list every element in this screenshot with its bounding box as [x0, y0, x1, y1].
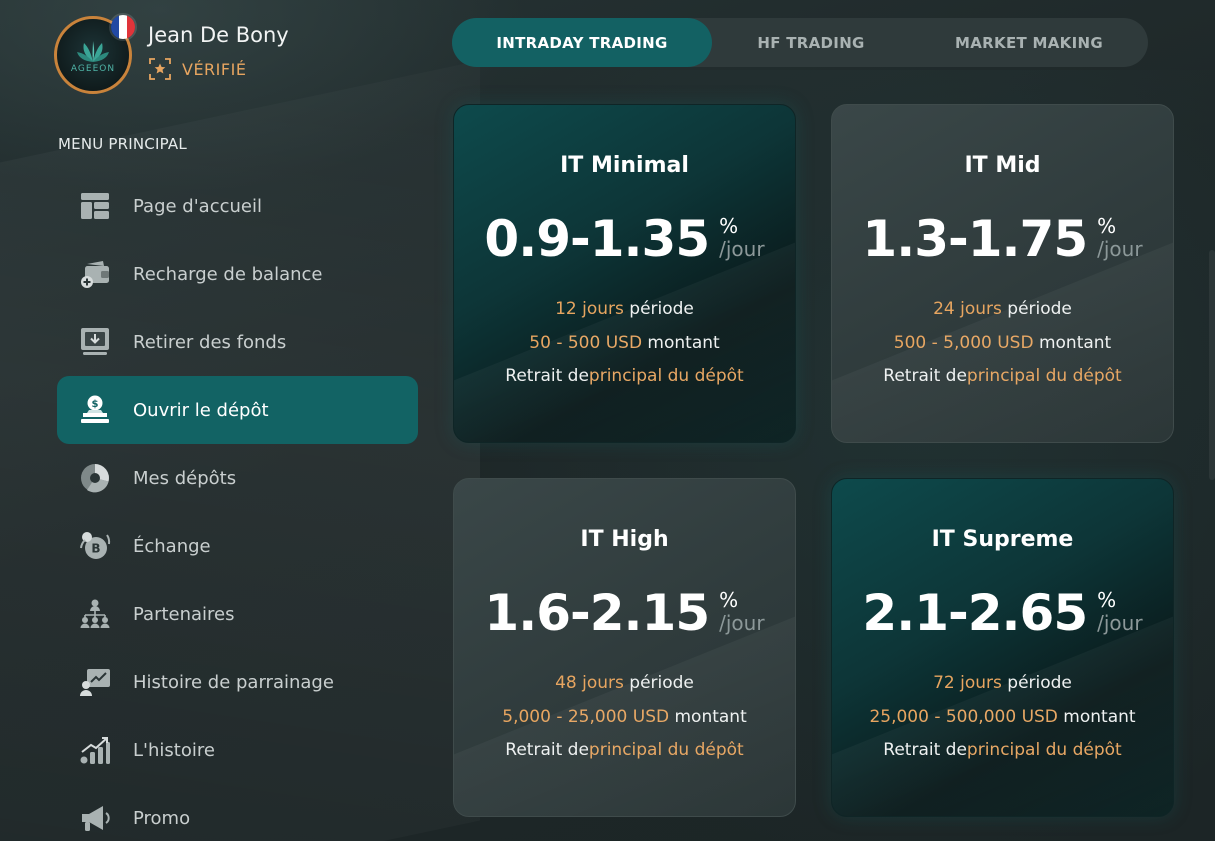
- svg-text:$: $: [92, 399, 99, 410]
- sidebar-item-referral-history[interactable]: Histoire de parrainage: [57, 648, 418, 716]
- sidebar-item-label: Retirer des fonds: [133, 331, 287, 353]
- plan-card-it-mid[interactable]: IT Mid 1.3-1.75 % /jour 24 jours période…: [831, 104, 1174, 443]
- sidebar-item-label: Partenaires: [133, 603, 235, 625]
- plan-rate: 2.1-2.65 % /jour: [832, 583, 1173, 643]
- plan-amount: 50 - 500 USD montant: [529, 332, 720, 353]
- leaf-logo-icon: [77, 40, 109, 62]
- plan-duration: 72 jours période: [933, 673, 1072, 693]
- rate-percent: %: [719, 214, 739, 238]
- rate-value: 1.6-2.15: [484, 584, 710, 642]
- france-flag-icon: [109, 13, 137, 41]
- avatar[interactable]: AGEEON: [54, 13, 137, 94]
- plan-withdrawal: Retrait deprincipal du dépôt: [883, 740, 1122, 760]
- sidebar-item-promo[interactable]: Promo: [57, 784, 418, 841]
- sidebar-item-home[interactable]: Page d'accueil: [57, 172, 418, 240]
- rate-value: 0.9-1.35: [484, 210, 710, 268]
- sidebar-item-label: L'histoire: [133, 739, 215, 761]
- plan-title: IT Mid: [964, 153, 1041, 178]
- profile-block: AGEEON Jean De Bony VÉRIFIÉ: [54, 13, 289, 94]
- partners-icon: [79, 598, 111, 630]
- rate-period: /jour: [1097, 237, 1143, 261]
- plan-title: IT High: [580, 527, 669, 552]
- scrollbar[interactable]: [1209, 250, 1215, 480]
- sidebar-item-withdraw[interactable]: Retirer des fonds: [57, 308, 418, 376]
- app-root: AGEEON Jean De Bony VÉRIFIÉ MENU PRINCIP…: [0, 0, 1215, 841]
- referral-history-icon: [79, 666, 111, 698]
- plan-withdrawal: Retrait deprincipal du dépôt: [883, 366, 1122, 386]
- plan-title: IT Supreme: [931, 527, 1074, 552]
- sidebar-item-label: Échange: [133, 535, 211, 557]
- rate-period: /jour: [1097, 611, 1143, 635]
- sidebar-item-exchange[interactable]: B Échange: [57, 512, 418, 580]
- plan-duration: 12 jours période: [555, 299, 694, 319]
- sidebar-item-label: Histoire de parrainage: [133, 671, 334, 693]
- plan-details: 12 jours période 50 - 500 USD montant Re…: [454, 293, 795, 394]
- plan-rate: 1.6-2.15 % /jour: [454, 583, 795, 643]
- sidebar-item-recharge[interactable]: Recharge de balance: [57, 240, 418, 308]
- plan-title: IT Minimal: [560, 153, 689, 178]
- sidebar-item-label: Promo: [133, 807, 191, 829]
- wallet-add-icon: [79, 258, 111, 290]
- sidebar-item-open-deposit[interactable]: $ Ouvrir le dépôt: [57, 376, 418, 444]
- plan-duration: 48 jours période: [555, 673, 694, 693]
- sidebar-item-label: Recharge de balance: [133, 263, 323, 285]
- plan-card-it-high[interactable]: IT High 1.6-2.15 % /jour 48 jours périod…: [453, 478, 796, 817]
- plan-amount: 25,000 - 500,000 USD montant: [869, 706, 1136, 727]
- sidebar-item-history[interactable]: L'histoire: [57, 716, 418, 784]
- plan-rate: 0.9-1.35 % /jour: [454, 209, 795, 269]
- plan-amount: 5,000 - 25,000 USD montant: [502, 706, 747, 727]
- plan-amount: 500 - 5,000 USD montant: [893, 332, 1112, 353]
- deposit-icon: $: [79, 394, 111, 426]
- svg-text:B: B: [91, 542, 100, 556]
- sidebar-item-my-deposits[interactable]: Mes dépôts: [57, 444, 418, 512]
- menu-title: MENU PRINCIPAL: [58, 135, 187, 153]
- exchange-coin-icon: B: [79, 530, 111, 562]
- dashboard-icon: [79, 190, 111, 222]
- plan-rate: 1.3-1.75 % /jour: [832, 209, 1173, 269]
- main-menu: Page d'accueil Recharge de balance Retir…: [57, 172, 418, 841]
- plan-details: 48 jours période 5,000 - 25,000 USD mont…: [454, 667, 795, 768]
- plan-details: 24 jours période 500 - 5,000 USD montant…: [832, 293, 1173, 394]
- withdraw-icon: [79, 326, 111, 358]
- rate-value: 1.3-1.75: [862, 210, 1088, 268]
- plan-withdrawal: Retrait deprincipal du dépôt: [505, 366, 744, 386]
- plan-card-it-minimal[interactable]: IT Minimal 0.9-1.35 % /jour 12 jours pér…: [453, 104, 796, 443]
- rate-percent: %: [719, 588, 739, 612]
- verified-status: VÉRIFIÉ: [148, 57, 289, 81]
- rate-percent: %: [1097, 588, 1117, 612]
- sidebar-item-label: Page d'accueil: [133, 195, 262, 217]
- plan-duration: 24 jours période: [933, 299, 1072, 319]
- sidebar-item-label: Mes dépôts: [133, 467, 237, 489]
- history-chart-icon: [79, 734, 111, 766]
- tab-hf-trading[interactable]: HF TRADING: [712, 18, 910, 67]
- tab-intraday-trading[interactable]: INTRADAY TRADING: [452, 18, 712, 67]
- rate-percent: %: [1097, 214, 1117, 238]
- tab-market-making[interactable]: MARKET MAKING: [910, 18, 1148, 67]
- megaphone-icon: [79, 802, 111, 834]
- rate-value: 2.1-2.65: [862, 584, 1088, 642]
- plan-withdrawal: Retrait deprincipal du dépôt: [505, 740, 744, 760]
- rate-period: /jour: [719, 237, 765, 261]
- logo-text: AGEEON: [70, 63, 116, 74]
- verified-label: VÉRIFIÉ: [182, 59, 247, 79]
- sidebar-item-partners[interactable]: Partenaires: [57, 580, 418, 648]
- user-name: Jean De Bony: [148, 23, 289, 47]
- trading-type-tabs: INTRADAY TRADING HF TRADING MARKET MAKIN…: [452, 18, 1148, 67]
- sidebar-item-label: Ouvrir le dépôt: [133, 399, 269, 421]
- plan-card-it-supreme[interactable]: IT Supreme 2.1-2.65 % /jour 72 jours pér…: [831, 478, 1174, 817]
- verified-star-icon: [149, 58, 171, 80]
- pie-chart-icon: [79, 462, 111, 494]
- sidebar: AGEEON Jean De Bony VÉRIFIÉ MENU PRINCIP…: [0, 0, 430, 841]
- rate-period: /jour: [719, 611, 765, 635]
- plan-details: 72 jours période 25,000 - 500,000 USD mo…: [832, 667, 1173, 768]
